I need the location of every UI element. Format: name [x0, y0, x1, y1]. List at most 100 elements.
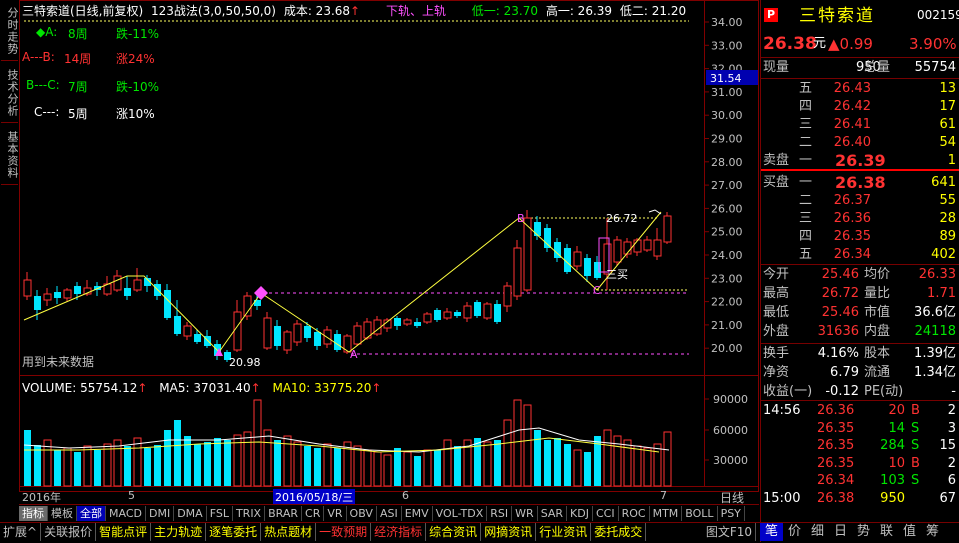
- price-axis-label: 34.00: [711, 16, 743, 29]
- indicator-tab-emv[interactable]: EMV: [402, 506, 433, 521]
- ma5-value: MA5: 37031.40: [159, 381, 251, 395]
- quote-tab-5[interactable]: 联: [875, 523, 898, 541]
- quote-tab-7[interactable]: 筹: [921, 523, 944, 541]
- volume-bar: [334, 448, 341, 486]
- low-price-label: 20.98: [229, 356, 261, 369]
- candle-body: [434, 310, 441, 320]
- ask-level: 二: [799, 135, 813, 150]
- candle-body: [34, 296, 41, 310]
- volume-bar: [653, 443, 662, 487]
- indicator-tab-kdj[interactable]: KDJ: [567, 506, 593, 521]
- quote-tab-3[interactable]: 日: [829, 523, 852, 541]
- indicator-tab-模板[interactable]: 模板: [48, 506, 77, 521]
- indicator-tab-roc[interactable]: ROC: [619, 506, 650, 521]
- f10-button[interactable]: 图文F10: [703, 523, 756, 541]
- tab-intraday[interactable]: 分时走势: [1, 2, 19, 61]
- indicator-tab-obv[interactable]: OBV: [347, 506, 377, 521]
- quote-tab-0[interactable]: 笔: [760, 523, 783, 541]
- indicator-tab-vol-tdx[interactable]: VOL-TDX: [433, 506, 488, 521]
- quote-tab-4[interactable]: 势: [852, 523, 875, 541]
- bottom-tab-5[interactable]: 热点题材: [261, 523, 317, 541]
- bottom-tab-2[interactable]: 智能点评: [96, 523, 152, 541]
- stock-code: 002159: [917, 8, 959, 22]
- kline-chart[interactable]: 34.0033.0032.0031.0030.0029.0028.0027.00…: [19, 0, 759, 492]
- bottom-tab-1[interactable]: 关联报价: [41, 523, 97, 541]
- bid-volume: 641: [931, 175, 956, 190]
- quote-tab-2[interactable]: 细: [806, 523, 829, 541]
- quote-tab-6[interactable]: 值: [898, 523, 921, 541]
- bid-row: 26.35 四 89: [761, 228, 959, 246]
- bottom-tab-9[interactable]: 网摘资讯: [481, 523, 537, 541]
- candle-body: [113, 275, 122, 291]
- indicator-tab-dma[interactable]: DMA: [174, 506, 207, 521]
- stat-label: 量比: [864, 286, 891, 301]
- tick-count: 67: [939, 491, 956, 506]
- indicator-tab-asi[interactable]: ASI: [377, 506, 402, 521]
- indicator-tab-macd[interactable]: MACD: [106, 506, 146, 521]
- indicator-tab-dmi[interactable]: DMI: [146, 506, 175, 521]
- volume-bar: [564, 444, 571, 486]
- candle-body: [124, 288, 131, 296]
- indicator-tab-rsi[interactable]: RSI: [487, 506, 513, 521]
- tab-technical[interactable]: 技术分析: [1, 64, 19, 123]
- indicator-tab-psy[interactable]: PSY: [718, 506, 745, 521]
- bottom-tab-0[interactable]: 扩展^: [0, 523, 42, 541]
- bottom-tab-11[interactable]: 委托成交: [591, 523, 647, 541]
- bottom-tab-10[interactable]: 行业资讯: [536, 523, 592, 541]
- candle-body: [534, 222, 541, 236]
- ask-price: 26.43: [833, 81, 871, 96]
- indicator-tab-boll[interactable]: BOLL: [682, 506, 718, 521]
- stock-name: 三特索道: [799, 6, 875, 26]
- candle-body: [283, 331, 292, 351]
- candle-body: [494, 304, 501, 322]
- tab-fundamentals[interactable]: 基本资料: [1, 126, 19, 185]
- bottom-tab-8[interactable]: 综合资讯: [426, 523, 482, 541]
- indicator-name[interactable]: 123战法(3,0,50,50,0): [151, 4, 276, 18]
- tick-side: S: [911, 420, 920, 436]
- tick-volume: 10: [888, 455, 905, 471]
- indicator-tab-brar[interactable]: BRAR: [265, 506, 303, 521]
- up-arrow-icon: ↑: [350, 4, 361, 18]
- candle-body: [304, 326, 311, 338]
- price-axis-label: 23.00: [711, 272, 743, 285]
- bottom-tab-7[interactable]: 经济指标: [371, 523, 427, 541]
- fin-label: 流通: [864, 365, 891, 380]
- volume-bar: [443, 439, 452, 487]
- indicator-tab-cr[interactable]: CR: [302, 506, 325, 521]
- indicator-tab-wr[interactable]: WR: [512, 506, 538, 521]
- indicator-tab-sar[interactable]: SAR: [538, 506, 568, 521]
- bid-price: 26.38: [835, 173, 886, 192]
- quote-tab-1[interactable]: 价: [783, 523, 806, 541]
- tick-volume: 14: [888, 420, 905, 436]
- indicator-tab-fsl[interactable]: FSL: [207, 506, 233, 521]
- bottom-tab-6[interactable]: 一致预期: [316, 523, 372, 541]
- indicator-tab-vr[interactable]: VR: [324, 506, 347, 521]
- indicator-tab-指标[interactable]: 指标: [19, 506, 48, 521]
- stat-label: 市值: [864, 305, 891, 320]
- stat-value: 24118: [914, 324, 956, 339]
- tick-count: 2: [947, 403, 956, 418]
- indicator-tab-mtm[interactable]: MTM: [650, 506, 683, 521]
- fin-value: 6.79: [830, 365, 859, 380]
- kline-chart-area[interactable]: 34.00 33.00 32.00 31.00 30.00 29.00 28.00 27.00…: [19, 0, 759, 492]
- indicator-tab-全部[interactable]: 全部: [77, 506, 106, 521]
- ask-price: 26.39: [835, 151, 886, 170]
- candle-body: [663, 215, 672, 243]
- bottom-tab-4[interactable]: 逐笔委托: [206, 523, 262, 541]
- bid-price: 26.37: [833, 193, 871, 208]
- price-axis-label: 20.00: [711, 342, 743, 355]
- indicator-tab-trix[interactable]: TRIX: [233, 506, 266, 521]
- candle-body: [454, 312, 461, 316]
- candle-body: [474, 302, 481, 316]
- volume-bar: [423, 449, 432, 487]
- candle-body: [513, 247, 522, 297]
- tick-row: 26.35 10 B 2: [761, 455, 959, 473]
- vol-axis-label: 90000: [713, 393, 748, 406]
- candle-body: [643, 239, 652, 251]
- candle-body: [594, 262, 601, 278]
- price-tag: 31.54: [710, 72, 742, 85]
- indicator-tab-cci[interactable]: CCI: [593, 506, 619, 521]
- volume-bar: [124, 446, 131, 486]
- bid-level: 三: [799, 211, 813, 226]
- bottom-tab-3[interactable]: 主力轨迹: [151, 523, 207, 541]
